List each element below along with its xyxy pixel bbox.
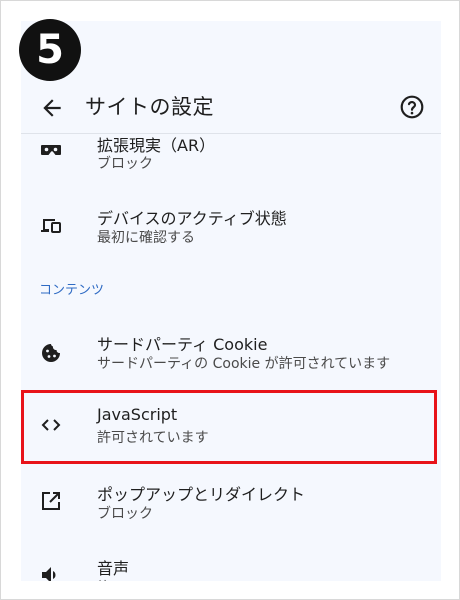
setting-item-sound[interactable]: 音声 許 (21, 545, 441, 581)
setting-title: サードパーティ Cookie (97, 335, 268, 354)
step-number-badge: 5 (19, 19, 81, 81)
settings-screen: サイトの設定 拡張現実（AR） ブロック デバイスのアクティブ状態 最初に確認す… (21, 21, 441, 581)
code-icon (41, 419, 61, 431)
screenshot-frame: 5 サイトの設定 拡張現実（AR） ブロック デバイスのアクティブ状態 最初に確… (0, 0, 460, 600)
setting-item-ar[interactable]: 拡張現実（AR） ブロック (21, 121, 441, 181)
setting-title: JavaScript (97, 405, 178, 424)
setting-subtitle: 最初に確認する (97, 230, 195, 246)
setting-subtitle: 許可されています (97, 430, 209, 446)
help-icon[interactable] (399, 94, 425, 120)
setting-subtitle: サードパーティの Cookie が許可されています (97, 356, 391, 372)
setting-subtitle: ブロック (97, 506, 153, 522)
volume-icon (42, 567, 56, 581)
setting-subtitle: 許 (97, 577, 111, 581)
setting-title: 音声 (97, 559, 130, 578)
setting-title: ポップアップとリダイレクト (97, 485, 306, 504)
cookie-icon (42, 344, 60, 362)
setting-item-javascript[interactable]: JavaScript 許可されています (21, 393, 441, 463)
vr-headset-icon (41, 145, 61, 155)
setting-item-popups[interactable]: ポップアップとリダイレクト ブロック (21, 467, 441, 537)
setting-item-third-party-cookie[interactable]: サードパーティ Cookie サードパーティの Cookie が許可されています (21, 319, 441, 389)
open-in-new-icon (42, 492, 60, 510)
page-title: サイトの設定 (85, 95, 214, 119)
section-header-content: コンテンツ (39, 283, 105, 298)
back-arrow-icon[interactable] (39, 95, 65, 121)
setting-subtitle: ブロック (97, 156, 153, 172)
setting-item-device-activity[interactable]: デバイスのアクティブ状態 最初に確認する (21, 193, 441, 263)
devices-icon (41, 219, 61, 233)
setting-title: デバイスのアクティブ状態 (97, 209, 287, 228)
